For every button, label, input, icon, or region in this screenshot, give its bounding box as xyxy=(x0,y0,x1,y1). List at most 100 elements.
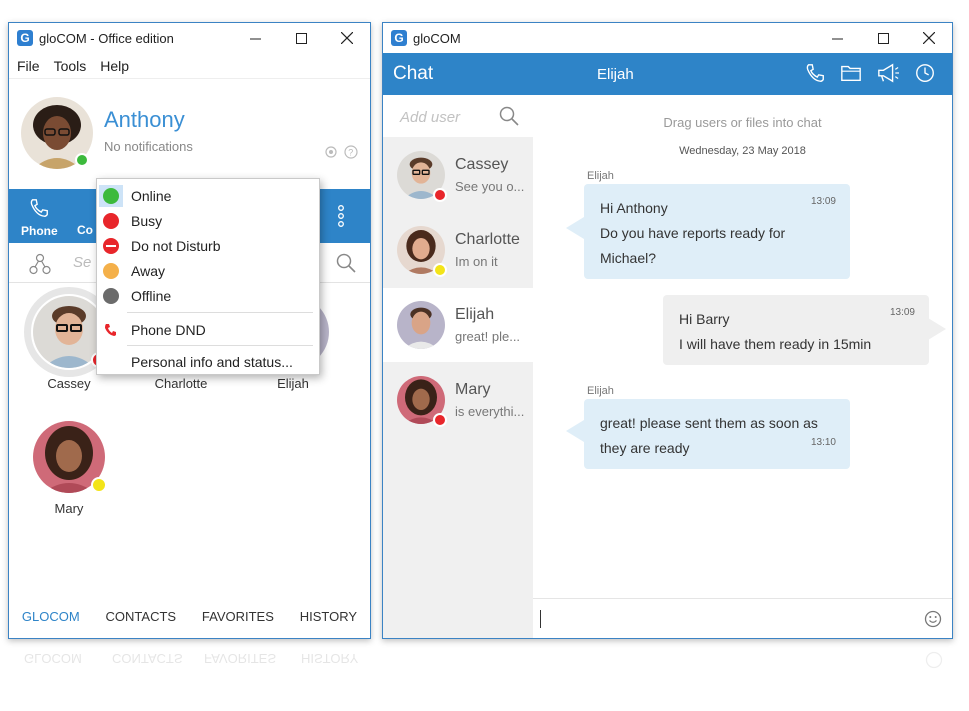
online-status-icon xyxy=(103,187,119,204)
chat-peer-name[interactable]: Elijah xyxy=(597,66,634,83)
status-offline-label: Offline xyxy=(131,287,172,304)
glocom-logo-icon: G xyxy=(391,30,407,46)
reflection-text: HISTORY xyxy=(301,651,359,666)
conversation-item-active[interactable]: Elijah great! ple... xyxy=(383,288,533,362)
date-separator: Wednesday, 23 May 2018 xyxy=(679,145,806,157)
emoji-icon xyxy=(925,651,943,669)
message-bubble-incoming[interactable]: Hi Anthony Do you have reports ready for… xyxy=(584,184,850,279)
chat-header: Chat Elijah xyxy=(383,53,952,95)
chat-title: Chat xyxy=(393,63,434,84)
message-text-line: they are ready xyxy=(600,440,690,456)
menu-bar: File Tools Help xyxy=(9,53,370,79)
phone-icon[interactable] xyxy=(804,62,826,84)
profile-status-dot xyxy=(75,153,89,167)
status-offline-item[interactable]: Offline xyxy=(97,283,319,308)
message-bubble-incoming[interactable]: great! please sent them as soon as they … xyxy=(584,399,850,469)
menu-help[interactable]: Help xyxy=(100,58,129,74)
message-text-line: Hi Anthony xyxy=(600,200,668,216)
contact-name: Mary xyxy=(54,501,84,516)
conversation-sidebar: Add user Cassey See you o... Charlotte I… xyxy=(383,95,533,638)
group-icon[interactable] xyxy=(29,253,51,275)
menu-tools[interactable]: Tools xyxy=(54,58,87,74)
more-vertical-icon xyxy=(338,205,344,227)
message-sender: Elijah xyxy=(587,170,614,182)
bubble-tail xyxy=(566,420,584,442)
bottom-navigation: GLOCOM CONTACTS FAVORITES HISTORY xyxy=(9,594,370,638)
message-text-line: Michael? xyxy=(600,250,657,266)
user-portrait-icon xyxy=(397,301,445,349)
message-time: 13:09 xyxy=(889,307,915,318)
contact-search-input[interactable]: Se xyxy=(73,254,91,271)
eye-icon[interactable] xyxy=(324,145,338,159)
more-options-button[interactable] xyxy=(337,205,345,230)
contact-tile[interactable]: Mary xyxy=(19,421,119,516)
phone-dnd-item[interactable]: Phone DND xyxy=(97,317,319,342)
message-input[interactable] xyxy=(533,598,952,638)
do-not-disturb-icon xyxy=(103,237,119,254)
nav-favorites[interactable]: FAVORITES xyxy=(202,609,274,624)
contacts-tab-button[interactable]: Co xyxy=(77,223,93,237)
maximize-button[interactable] xyxy=(860,23,906,53)
add-user-field[interactable]: Add user xyxy=(383,95,533,137)
conversation-item[interactable]: Charlotte Im on it xyxy=(383,213,533,287)
personal-info-item[interactable]: Personal info and status... xyxy=(97,349,319,374)
status-dnd-item[interactable]: Do not Disturb xyxy=(97,233,319,258)
minimize-button[interactable] xyxy=(814,23,860,53)
away-status-icon xyxy=(103,262,119,279)
help-icon[interactable]: ? xyxy=(344,145,358,159)
window-title: gloCOM - Office edition xyxy=(39,30,174,46)
history-icon[interactable] xyxy=(914,62,936,84)
menu-file[interactable]: File xyxy=(17,58,40,74)
conversation-item[interactable]: Cassey See you o... xyxy=(383,138,533,212)
message-text-line: Hi Barry xyxy=(679,311,730,327)
message-area[interactable]: Drag users or files into chat Wednesday,… xyxy=(533,95,952,598)
status-away-item[interactable]: Away xyxy=(97,258,319,283)
title-bar[interactable]: G gloCOM xyxy=(383,23,952,53)
status-menu: Online Busy Do not Disturb Away Offline … xyxy=(96,178,320,375)
search-icon[interactable] xyxy=(336,253,356,273)
emoji-icon[interactable] xyxy=(924,610,942,628)
profile-name[interactable]: Anthony xyxy=(104,107,185,133)
megaphone-icon[interactable] xyxy=(876,62,900,84)
phone-icon xyxy=(31,199,49,217)
close-button[interactable] xyxy=(324,23,370,53)
close-button[interactable] xyxy=(906,23,952,53)
status-busy-item[interactable]: Busy xyxy=(97,208,319,233)
status-busy-label: Busy xyxy=(131,212,163,229)
phone-dnd-label: Phone DND xyxy=(131,321,206,338)
phone-tab-label: Phone xyxy=(21,224,58,238)
conversation-preview: See you o... xyxy=(455,179,525,194)
reflection-text: GLOCOM xyxy=(24,651,82,666)
profile-section: Anthony No notifications ? xyxy=(9,79,370,189)
minimize-button[interactable] xyxy=(232,23,278,53)
nav-glocom[interactable]: GLOCOM xyxy=(22,609,80,624)
maximize-button[interactable] xyxy=(278,23,324,53)
conversation-item[interactable]: Mary is everythi... xyxy=(383,363,533,437)
conversation-status-dot xyxy=(433,263,447,277)
conversation-preview: Im on it xyxy=(455,254,498,269)
nav-history[interactable]: HISTORY xyxy=(300,609,357,624)
contact-name: Cassey xyxy=(47,376,91,391)
profile-notifications: No notifications xyxy=(104,139,193,154)
message-text-line: I will have them ready in 15min xyxy=(679,336,872,352)
contact-name: Elijah xyxy=(277,376,309,391)
search-icon[interactable] xyxy=(499,106,519,126)
bubble-tail xyxy=(566,217,584,239)
conversation-name: Charlotte xyxy=(455,231,520,248)
message-time: 13:10 xyxy=(810,437,836,448)
folder-icon[interactable] xyxy=(840,62,862,84)
menu-separator xyxy=(127,345,313,346)
nav-contacts[interactable]: CONTACTS xyxy=(106,609,177,624)
conversation-preview: great! ple... xyxy=(455,329,521,344)
add-user-input[interactable]: Add user xyxy=(400,109,460,126)
bubble-tail xyxy=(928,318,946,340)
conversation-name: Elijah xyxy=(455,306,495,323)
status-online-label: Online xyxy=(131,187,172,204)
status-online-item[interactable]: Online xyxy=(97,183,319,208)
title-bar[interactable]: G gloCOM - Office edition xyxy=(9,23,370,53)
conversation-name: Cassey xyxy=(455,156,509,173)
message-bubble-outgoing[interactable]: Hi Barry I will have them ready in 15min… xyxy=(663,295,929,365)
phone-tab-button[interactable]: Phone xyxy=(21,197,58,238)
glocom-logo-icon: G xyxy=(17,30,33,46)
message-sender: Elijah xyxy=(587,385,614,397)
